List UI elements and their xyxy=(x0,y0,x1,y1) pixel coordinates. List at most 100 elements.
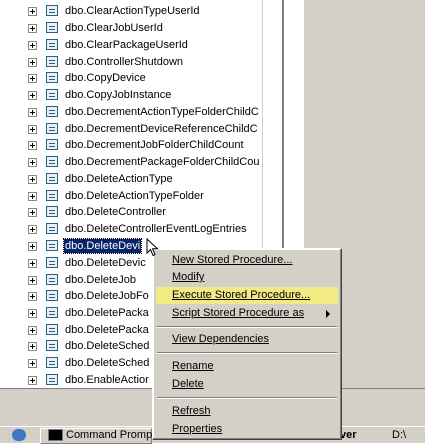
stored-procedure-icon xyxy=(46,240,58,251)
menu-separator xyxy=(157,352,337,354)
tree-item[interactable]: dbo.DeleteController xyxy=(0,204,262,220)
expand-icon[interactable] xyxy=(28,141,37,150)
menu-item-view-dependencies[interactable]: View Dependencies xyxy=(156,331,338,348)
expand-icon[interactable] xyxy=(28,342,37,351)
tree-item-label: dbo.DeleteDevi xyxy=(62,238,143,254)
expand-icon[interactable] xyxy=(28,74,37,83)
expand-icon[interactable] xyxy=(28,108,37,117)
context-menu: New Stored Procedure... Modify Execute S… xyxy=(152,248,342,440)
menu-item-label: New Stored Procedure... xyxy=(172,254,293,266)
stored-procedure-icon xyxy=(46,274,58,285)
expand-icon[interactable] xyxy=(28,58,37,67)
menu-item-label: Modify xyxy=(172,271,205,283)
menu-item-delete[interactable]: Delete xyxy=(156,376,338,393)
stored-procedure-icon xyxy=(46,89,58,100)
stored-procedure-icon xyxy=(46,72,58,83)
expand-icon[interactable] xyxy=(28,158,37,167)
menu-item-label: View Dependencies xyxy=(172,333,270,345)
menu-item-script-stored-procedure-as[interactable]: Script Stored Procedure as xyxy=(156,305,338,322)
menu-item-rename[interactable]: Rename xyxy=(156,358,338,375)
tree-item[interactable]: dbo.DeleteControllerEventLogEntries xyxy=(0,221,262,237)
tree-item[interactable]: dbo.DeleteActionTypeFolder xyxy=(0,188,262,204)
tree-item-label: dbo.DecrementDeviceReferenceChildC xyxy=(65,123,258,135)
stored-procedure-icon xyxy=(46,22,58,33)
expand-icon[interactable] xyxy=(28,24,37,33)
tree-item-label: dbo.DeleteActionType xyxy=(65,173,173,185)
menu-item-label: Properties xyxy=(172,423,223,435)
tree-item[interactable]: dbo.ClearJobUserId xyxy=(0,20,262,36)
tree-item-label: dbo.DeleteJobFo xyxy=(65,290,149,302)
tree-item-label: dbo.CopyDevice xyxy=(65,72,146,84)
expand-icon[interactable] xyxy=(28,259,37,268)
menu-item-label: Rename xyxy=(172,360,214,372)
expand-icon[interactable] xyxy=(28,225,37,234)
stored-procedure-icon xyxy=(46,357,58,368)
stored-procedure-icon xyxy=(46,123,58,134)
tree-item-label: dbo.DecrementPackageFolderChildCou xyxy=(65,156,260,168)
tree-item[interactable]: dbo.ControllerShutdown xyxy=(0,54,262,70)
stored-procedure-icon xyxy=(46,206,58,217)
internet-explorer-icon[interactable] xyxy=(12,429,26,441)
stored-procedure-icon xyxy=(46,39,58,50)
menu-separator xyxy=(157,397,337,399)
tree-item[interactable]: dbo.ClearActionTypeUserId xyxy=(0,3,262,19)
menu-item-label: Refresh xyxy=(172,405,211,417)
menu-item-modify[interactable]: Modify xyxy=(156,269,338,286)
tree-item[interactable]: dbo.DeleteActionType xyxy=(0,171,262,187)
expand-icon[interactable] xyxy=(28,276,37,285)
expand-icon[interactable] xyxy=(28,192,37,201)
expand-icon[interactable] xyxy=(28,292,37,301)
expand-icon[interactable] xyxy=(28,376,37,385)
menu-item-label: Script Stored Procedure as xyxy=(172,307,305,319)
stored-procedure-icon xyxy=(46,307,58,318)
tree-item-label: dbo.ControllerShutdown xyxy=(65,56,184,68)
expand-icon[interactable] xyxy=(28,175,37,184)
tree-item-label: dbo.DeleteSched xyxy=(65,357,150,369)
stored-procedure-icon xyxy=(46,56,58,67)
tree-item[interactable]: dbo.DecrementActionTypeFolderChildC xyxy=(0,104,262,120)
tree-item-label: dbo.DeletePacka xyxy=(65,307,149,319)
expand-icon[interactable] xyxy=(28,41,37,50)
tree-item[interactable]: dbo.DecrementJobFolderChildCount xyxy=(0,137,262,153)
stored-procedure-icon xyxy=(46,139,58,150)
stored-procedure-icon xyxy=(46,324,58,335)
menu-item-label: Execute Stored Procedure... xyxy=(172,289,311,301)
tree-item-label: dbo.DeleteControllerEventLogEntries xyxy=(65,223,247,235)
expand-icon[interactable] xyxy=(28,326,37,335)
tree-item[interactable]: dbo.CopyJobInstance xyxy=(0,87,262,103)
menu-item-label: Delete xyxy=(172,378,204,390)
expand-icon[interactable] xyxy=(28,7,37,16)
expand-icon[interactable] xyxy=(28,208,37,217)
expand-icon[interactable] xyxy=(28,91,37,100)
tree-item-label: dbo.DeleteJob xyxy=(65,274,136,286)
command-prompt-icon xyxy=(48,429,63,441)
stored-procedure-icon xyxy=(46,156,58,167)
taskbar-drive-label[interactable]: D:\ xyxy=(392,429,406,441)
expand-icon[interactable] xyxy=(28,359,37,368)
tree-item-label: dbo.DeleteSched xyxy=(65,340,150,352)
menu-item-properties[interactable]: Properties xyxy=(156,421,338,438)
stored-procedure-icon xyxy=(46,374,58,385)
tree-item-label: dbo.DeleteActionTypeFolder xyxy=(65,190,204,202)
stored-procedure-icon xyxy=(46,340,58,351)
tree-item[interactable]: dbo.DecrementPackageFolderChildCou xyxy=(0,154,262,170)
expand-icon[interactable] xyxy=(28,309,37,318)
taskbar-server-label[interactable]: ver xyxy=(340,429,357,441)
stored-procedure-icon xyxy=(46,190,58,201)
tree-item-label: dbo.DecrementJobFolderChildCount xyxy=(65,139,244,151)
expand-icon[interactable] xyxy=(28,125,37,134)
taskbar-command-prompt-label: Command Promp xyxy=(66,429,153,441)
tree-item-label: dbo.EnableActior xyxy=(65,374,149,386)
menu-separator xyxy=(157,326,337,328)
mouse-pointer-icon xyxy=(146,238,159,257)
menu-item-new-stored-procedure[interactable]: New Stored Procedure... xyxy=(156,252,338,269)
tree-item[interactable]: dbo.DecrementDeviceReferenceChildC xyxy=(0,121,262,137)
stored-procedure-icon xyxy=(46,5,58,16)
menu-item-refresh[interactable]: Refresh xyxy=(156,403,338,420)
tree-item[interactable]: dbo.CopyDevice xyxy=(0,70,262,86)
stored-procedure-icon xyxy=(46,290,58,301)
menu-item-execute-stored-procedure[interactable]: Execute Stored Procedure... xyxy=(156,287,338,304)
stored-procedure-icon xyxy=(46,223,58,234)
expand-icon[interactable] xyxy=(28,242,37,251)
tree-item[interactable]: dbo.ClearPackageUserId xyxy=(0,37,262,53)
